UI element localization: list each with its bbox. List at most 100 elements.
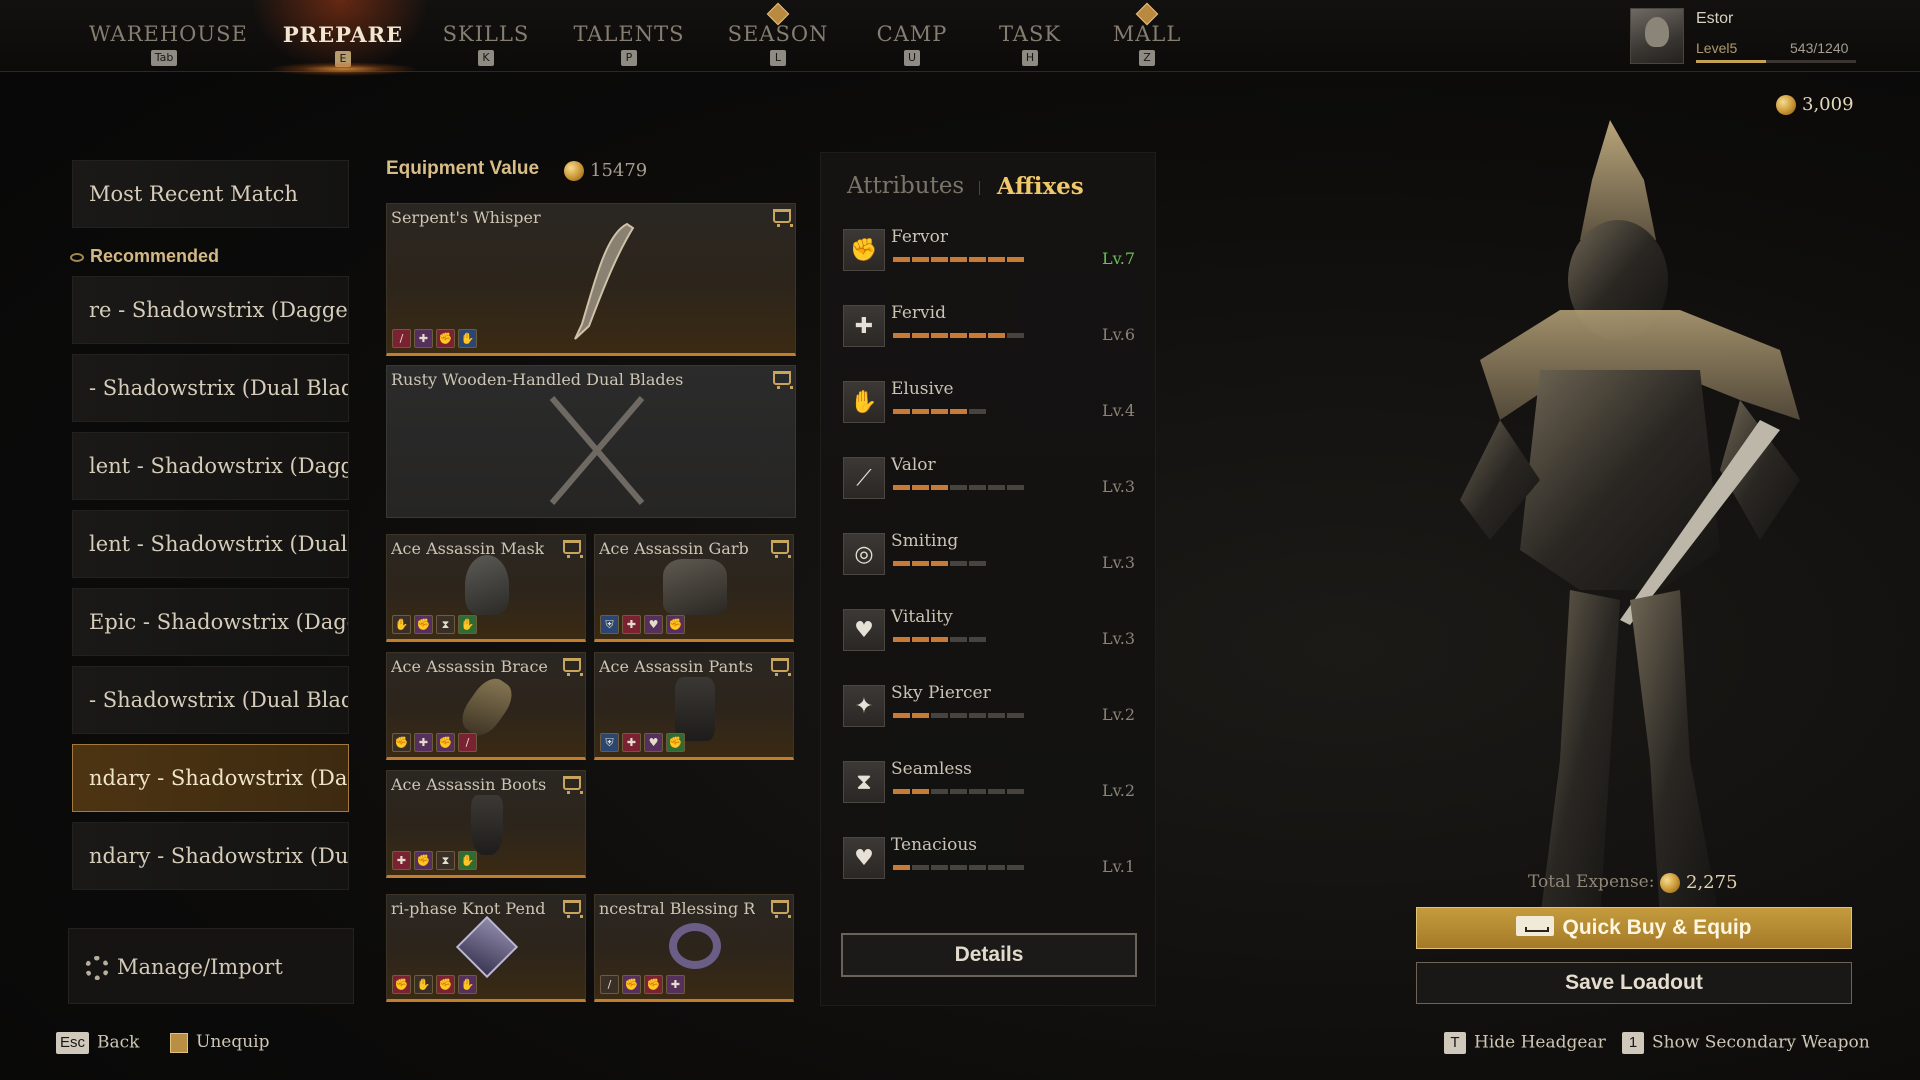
pendant-icon	[455, 915, 519, 979]
slot-item-name: Ace Assassin Mask	[391, 539, 545, 558]
loadout-item[interactable]: lent - Shadowstrix (Dual I	[72, 510, 349, 578]
cart-icon[interactable]	[771, 658, 791, 676]
target-icon: ◎	[843, 533, 885, 575]
tab-attributes[interactable]: Attributes	[847, 173, 964, 199]
slot-boots[interactable]: Ace Assassin Boots ✚ ✊ ⧗ ✋	[386, 770, 586, 878]
affix-level-segment	[912, 333, 929, 338]
loadout-item-label: ndary - Shadowstrix (Dua	[89, 844, 349, 868]
affix-row[interactable]: ⧗ Seamless Lv.2	[843, 757, 1135, 823]
tab-warehouse-label: WAREHOUSE	[89, 22, 248, 46]
tab-warehouse-hotkey: Tab	[150, 50, 178, 66]
total-expense-label: Total Expense:	[1528, 872, 1655, 892]
manage-import-button[interactable]: Manage/Import	[68, 928, 354, 1004]
affix-row[interactable]: ◎ Smiting Lv.3	[843, 529, 1135, 595]
quick-buy-equip-button[interactable]: Quick Buy & Equip	[1416, 907, 1852, 949]
slot-item-name: Rusty Wooden-Handled Dual Blades	[391, 370, 684, 389]
affix-level-segment	[912, 409, 929, 414]
loadout-item[interactable]: ndary - Shadowstrix (Dua	[72, 822, 349, 890]
tab-talents-hotkey: P	[621, 50, 637, 66]
slot-pendant[interactable]: ri-phase Knot Pend ✊ ✋ ✊ ✋	[386, 894, 586, 1002]
loadout-item[interactable]: lent - Shadowstrix (Dagge	[72, 432, 349, 500]
cart-icon[interactable]	[563, 900, 583, 918]
player-xp: 543/1240	[1790, 40, 1849, 56]
loadout-most-recent[interactable]: Most Recent Match	[72, 160, 349, 228]
slot-ring[interactable]: ncestral Blessing R / ✊ ✊ ✚	[594, 894, 794, 1002]
tab-prepare[interactable]: PREPARE E	[268, 22, 418, 76]
tab-talents-label: TALENTS	[573, 22, 685, 46]
details-button[interactable]: Details	[841, 933, 1137, 977]
affix-row[interactable]: ✋ Elusive Lv.4	[843, 377, 1135, 443]
slot-mask[interactable]: Ace Assassin Mask ✋ ✊ ⧗ ✋	[386, 534, 586, 642]
cart-icon[interactable]	[563, 658, 583, 676]
tab-affixes[interactable]: Affixes	[997, 173, 1084, 200]
show-secondary-weapon-action[interactable]: 1 Show Secondary Weapon	[1622, 1032, 1870, 1054]
cart-icon[interactable]	[773, 209, 793, 227]
cart-icon[interactable]	[771, 900, 791, 918]
tab-skills[interactable]: SKILLS K	[411, 22, 561, 72]
coin-icon	[564, 161, 584, 181]
cart-icon[interactable]	[563, 540, 583, 558]
affix-row[interactable]: ✦ Sky Piercer Lv.2	[843, 681, 1135, 747]
loadout-item-selected[interactable]: ndary - Shadowstrix (Dag	[72, 744, 349, 812]
back-action[interactable]: Esc Back	[56, 1032, 139, 1054]
affix-level-segment	[931, 789, 948, 794]
fist-icon: ✊	[414, 851, 433, 870]
eye-icon	[70, 252, 84, 262]
heart-icon: ♥	[644, 733, 663, 752]
affix-level-segment	[988, 333, 1005, 338]
character-model[interactable]	[1360, 120, 1920, 960]
tab-warehouse[interactable]: WAREHOUSE Tab	[89, 22, 248, 72]
unequip-icon	[170, 1032, 188, 1053]
affix-row[interactable]: ♥ Tenacious Lv.1	[843, 833, 1135, 899]
heart-shield-icon: ♥	[843, 837, 885, 879]
cross-icon: ✚	[622, 615, 641, 634]
affix-row[interactable]: ✚ Fervid Lv.6	[843, 301, 1135, 367]
loadout-item[interactable]: Epic - Shadowstrix (Dagg	[72, 588, 349, 656]
fist-icon: ✊	[666, 615, 685, 634]
slot-garb[interactable]: Ace Assassin Garb ⛨ ✚ ♥ ✊	[594, 534, 794, 642]
affix-level-segment	[1007, 713, 1024, 718]
loadout-item[interactable]: - Shadowstrix (Dual Blade	[72, 354, 349, 422]
affix-level-segment	[912, 485, 929, 490]
affix-level-bar	[893, 333, 1024, 338]
cart-icon[interactable]	[563, 776, 583, 794]
hide-headgear-label: Hide Headgear	[1474, 1032, 1606, 1053]
affix-level-segment	[950, 789, 967, 794]
hand-icon: ✋	[458, 329, 477, 348]
affix-name: Sky Piercer	[891, 683, 991, 703]
total-expense-value: 2,275	[1660, 872, 1738, 893]
affix-level-bar	[893, 637, 986, 642]
unequip-action[interactable]: Unequip	[170, 1032, 270, 1053]
slot-secondary-weapon[interactable]: Rusty Wooden-Handled Dual Blades	[386, 365, 796, 518]
slot-primary-weapon[interactable]: Serpent's Whisper / ✚ ✊ ✋	[386, 203, 796, 356]
player-profile[interactable]: Estor Level5 543/1240	[1630, 8, 1860, 66]
affix-row[interactable]: ♥ Vitality Lv.3	[843, 605, 1135, 671]
cart-icon[interactable]	[771, 540, 791, 558]
unequip-label: Unequip	[196, 1032, 270, 1052]
affix-icon-row: ⛨ ✚ ♥ ✊	[600, 615, 685, 634]
affix-row[interactable]: ✊ Fervor Lv.7	[843, 225, 1135, 291]
tab-mall-label: MALL	[1112, 22, 1182, 46]
tab-prepare-hotkey: E	[335, 51, 351, 67]
hide-headgear-action[interactable]: T Hide Headgear	[1444, 1032, 1606, 1054]
tab-talents[interactable]: TALENTS P	[554, 22, 704, 72]
mask-icon	[465, 555, 509, 615]
affix-level-segment	[931, 637, 948, 642]
affix-row[interactable]: ⟋ Valor Lv.3	[843, 453, 1135, 519]
slot-bracers[interactable]: Ace Assassin Brace ✊ ✚ ✊ /	[386, 652, 586, 760]
affix-level-segment	[931, 333, 948, 338]
fist-icon: ✊	[644, 975, 663, 994]
affix-level: Lv.7	[1101, 249, 1135, 268]
cart-icon[interactable]	[773, 371, 793, 389]
affix-level-bar	[893, 409, 986, 414]
loadout-item[interactable]: re - Shadowstrix (Dagger)	[72, 276, 349, 344]
loadout-item[interactable]: - Shadowstrix (Dual Blade	[72, 666, 349, 734]
save-loadout-button[interactable]: Save Loadout	[1416, 962, 1852, 1004]
affix-icon-row: ✋ ✊ ⧗ ✋	[392, 615, 477, 634]
bracer-icon	[455, 672, 519, 742]
affix-level-segment	[969, 637, 986, 642]
affix-level-segment	[1007, 789, 1024, 794]
tab-season[interactable]: SEASON L	[703, 2, 853, 72]
slot-pants[interactable]: Ace Assassin Pants ⛨ ✚ ♥ ✊	[594, 652, 794, 760]
tab-mall[interactable]: MALL Z	[1072, 2, 1222, 72]
